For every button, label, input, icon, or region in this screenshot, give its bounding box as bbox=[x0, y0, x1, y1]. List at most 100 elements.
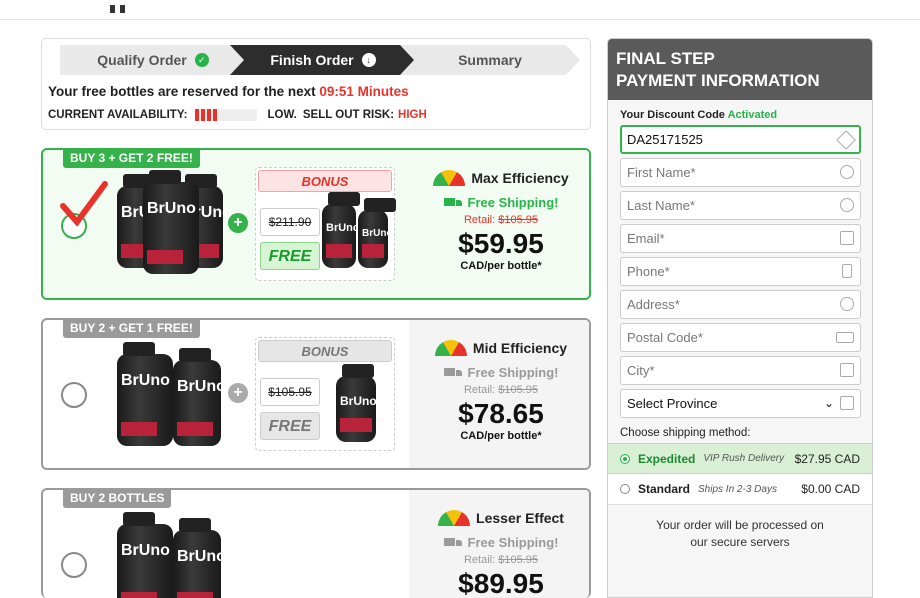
efficiency-row: Mid Efficiency bbox=[409, 340, 589, 356]
step-summary: Summary bbox=[400, 45, 580, 75]
first-name-field[interactable]: First Name* bbox=[620, 158, 861, 187]
efficiency-label: Mid Efficiency bbox=[472, 340, 568, 356]
discount-label: Your Discount Code Activated bbox=[620, 109, 778, 121]
postal-code-field[interactable]: Postal Code* bbox=[620, 323, 861, 352]
offer-tag: BUY 2 BOTTLES bbox=[63, 490, 172, 508]
user-icon bbox=[840, 165, 854, 179]
retail-row: Retail: $105.95 bbox=[463, 554, 538, 566]
phone-field[interactable]: Phone* bbox=[620, 257, 861, 286]
efficiency-label: Lesser Effect bbox=[476, 510, 564, 526]
product-bottles: BrUno BrUno bbox=[117, 340, 227, 450]
truck-icon bbox=[443, 537, 462, 548]
offer-card-buy2-get1[interactable]: BUY 2 + GET 1 FREE! BrUno BrUno + BONUS … bbox=[41, 318, 591, 470]
offer-price: $78.65 bbox=[458, 398, 544, 429]
retail-row: Retail: $105.95 bbox=[463, 384, 538, 396]
payment-panel: FINAL STEP PAYMENT INFORMATION Your Disc… bbox=[607, 38, 873, 598]
efficiency-row: Max Efficiency bbox=[409, 170, 589, 186]
city-field[interactable]: City* bbox=[620, 356, 861, 385]
shipping-option-standard[interactable]: Standard Ships In 2-3 Days $0.00 CAD bbox=[608, 474, 872, 505]
shipping-label: Free Shipping! bbox=[467, 195, 559, 210]
product-bottle: BrUno bbox=[322, 192, 360, 268]
offer-radio[interactable] bbox=[61, 552, 87, 578]
envelope-icon bbox=[840, 231, 854, 245]
bonus-old-price: $105.95 bbox=[260, 378, 320, 406]
shipping-option-desc: Ships In 2-3 Days bbox=[698, 483, 777, 495]
price-column: Max Efficiency Free Shipping! Retail: $1… bbox=[409, 150, 589, 298]
sellout-risk-label: SELL OUT RISK: bbox=[302, 109, 395, 121]
last-name-placeholder: Last Name* bbox=[627, 198, 695, 213]
product-bottle: BrUno bbox=[117, 512, 173, 598]
user-icon bbox=[840, 198, 854, 212]
offer-card-buy2[interactable]: BUY 2 BOTTLES BrUno BrUno Lesser Effect … bbox=[41, 488, 591, 598]
price-unit: CAD/per bottle* bbox=[460, 430, 542, 442]
price-column: Lesser Effect Free Shipping! Retail: $10… bbox=[409, 490, 589, 598]
bonus-free-label: FREE bbox=[260, 412, 320, 440]
progress-box: Qualify Order ✓ Finish Order ↓ Summary Y… bbox=[41, 38, 591, 130]
checkmark-icon bbox=[60, 181, 108, 227]
offer-card-buy3-get2[interactable]: BUY 3 + GET 2 FREE! BrUno BrUno BrUno + … bbox=[41, 148, 591, 300]
zip-icon bbox=[836, 332, 854, 343]
shipping-row: Free Shipping! bbox=[409, 195, 589, 210]
phone-placeholder: Phone* bbox=[627, 264, 670, 279]
arrow-down-circle-icon: ↓ bbox=[362, 53, 376, 67]
email-field[interactable]: Email* bbox=[620, 224, 861, 253]
step-label: Finish Order bbox=[270, 52, 354, 68]
location-pin-icon bbox=[840, 297, 854, 311]
retail-price: $105.95 bbox=[498, 214, 538, 226]
top-bar bbox=[0, 0, 920, 20]
step-qualify-order: Qualify Order ✓ bbox=[60, 45, 246, 75]
product-bottle: BrUno bbox=[117, 342, 173, 446]
availability-row: CURRENT AVAILABILITY: LOW. SELL OUT RISK… bbox=[48, 109, 427, 121]
shipping-row: Free Shipping! bbox=[409, 535, 589, 550]
product-bottle: BrUno bbox=[336, 364, 377, 442]
shipping-option-desc: VIP Rush Delivery bbox=[703, 453, 785, 464]
reservation-text: Your free bottles are reserved for the n… bbox=[48, 84, 316, 99]
shipping-option-price: $0.00 CAD bbox=[801, 482, 860, 496]
last-name-field[interactable]: Last Name* bbox=[620, 191, 861, 220]
product-bottles: BrUno BrUno bbox=[117, 510, 227, 598]
chevron-down-icon: ⌄ bbox=[823, 396, 834, 410]
payment-title-line2: PAYMENT INFORMATION bbox=[616, 71, 820, 90]
product-bottles: BrUno BrUno BrUno bbox=[117, 170, 232, 280]
payment-title-line1: FINAL STEP bbox=[616, 49, 715, 68]
discount-code-value: DA25171525 bbox=[627, 132, 703, 147]
efficiency-row: Lesser Effect bbox=[409, 510, 589, 526]
gauge-icon bbox=[433, 170, 466, 186]
discount-code-field[interactable]: DA25171525 bbox=[620, 125, 861, 154]
price-column: Mid Efficiency Free Shipping! Retail: $1… bbox=[409, 320, 589, 468]
step-label: Summary bbox=[458, 52, 522, 68]
shipping-option-expedited[interactable]: Expedited VIP Rush Delivery $27.95 CAD bbox=[608, 443, 872, 474]
city-placeholder: City* bbox=[627, 363, 655, 378]
logo-fragment bbox=[110, 0, 134, 13]
price-unit: CAD/per bottle* bbox=[460, 260, 542, 272]
plus-icon: + bbox=[228, 213, 248, 233]
retail-row: Retail: $105.95 bbox=[463, 214, 538, 226]
postal-code-placeholder: Postal Code* bbox=[627, 330, 703, 345]
secure-notice: Your order will be processed on our secu… bbox=[656, 518, 824, 549]
offer-tag: BUY 2 + GET 1 FREE! bbox=[63, 320, 200, 338]
address-field[interactable]: Address* bbox=[620, 290, 861, 319]
shipping-radio[interactable] bbox=[620, 484, 630, 494]
product-bottle: BrUno bbox=[358, 198, 396, 268]
efficiency-label: Max Efficiency bbox=[471, 170, 569, 186]
shipping-option-name: Expedited bbox=[638, 451, 696, 466]
truck-icon bbox=[443, 197, 462, 208]
gauge-icon bbox=[434, 340, 467, 356]
reservation-notice: Your free bottles are reserved for the n… bbox=[48, 84, 409, 99]
bonus-box: BONUS $105.95 FREE BrUno bbox=[255, 337, 395, 451]
step-finish-order: Finish Order ↓ bbox=[230, 45, 416, 75]
shipping-label: Free Shipping! bbox=[467, 535, 559, 550]
building-icon bbox=[840, 363, 854, 377]
offer-radio[interactable] bbox=[61, 382, 87, 408]
bonus-heading: BONUS bbox=[258, 340, 392, 362]
offers-column: Qualify Order ✓ Finish Order ↓ Summary Y… bbox=[41, 38, 591, 598]
province-select[interactable]: Select Province ⌄ bbox=[620, 389, 861, 418]
product-bottle: BrUno bbox=[173, 518, 226, 598]
check-circle-icon: ✓ bbox=[195, 53, 209, 67]
shipping-option-name: Standard bbox=[638, 482, 691, 496]
countdown-timer: 09:51 Minutes bbox=[319, 84, 409, 99]
shipping-row: Free Shipping! bbox=[409, 365, 589, 380]
product-bottle: BrUno bbox=[143, 170, 199, 274]
shipping-radio-selected[interactable] bbox=[620, 453, 630, 464]
sellout-risk-value: HIGH bbox=[398, 109, 427, 121]
